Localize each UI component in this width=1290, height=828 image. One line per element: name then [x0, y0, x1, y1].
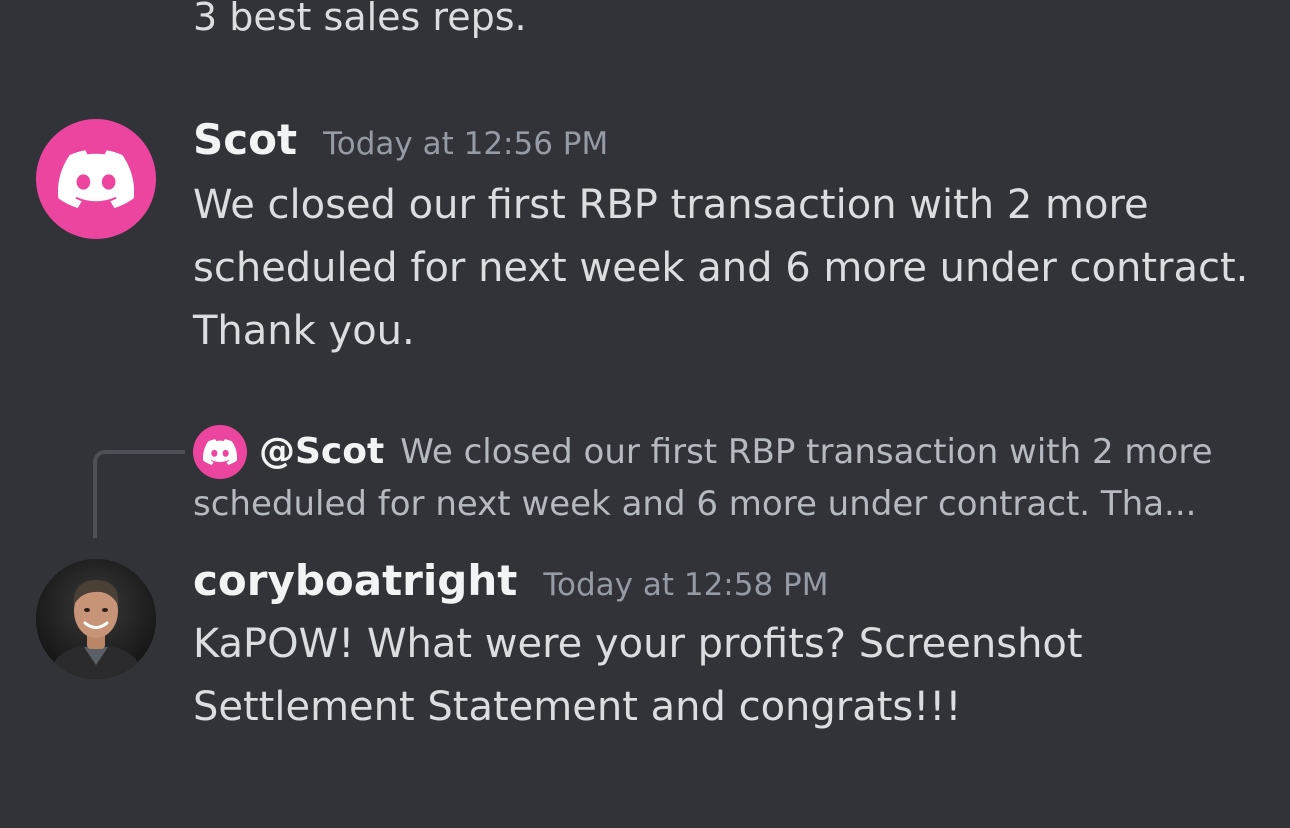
discord-logo-icon [58, 150, 134, 208]
username[interactable]: coryboatright [193, 553, 517, 609]
reply-mention[interactable]: @Scot [259, 425, 384, 479]
reply-preview[interactable]: @Scot We closed our first RBP transactio… [193, 425, 1253, 531]
user-avatar[interactable] [36, 559, 156, 679]
timestamp: Today at 12:56 PM [323, 126, 609, 162]
timestamp: Today at 12:58 PM [543, 567, 829, 603]
message-header: Scot Today at 12:56 PM [193, 112, 608, 168]
reply-preview-text: We closed our first RBP transaction with… [400, 432, 1213, 472]
message-content: We closed our first RBP transaction with… [193, 182, 1274, 354]
reply-preview-text-continued: scheduled for next week and 6 more under… [193, 484, 1197, 524]
message-content: KaPOW! What were your profits? Screensho… [193, 621, 1096, 730]
username[interactable]: Scot [193, 112, 297, 168]
message-header: coryboatright Today at 12:58 PM [193, 553, 829, 609]
user-photo-icon [36, 559, 156, 679]
previous-message-text: 3 best sales reps. [193, 0, 527, 39]
reply-connector-line [93, 450, 185, 538]
discord-avatar-icon[interactable] [36, 119, 156, 239]
